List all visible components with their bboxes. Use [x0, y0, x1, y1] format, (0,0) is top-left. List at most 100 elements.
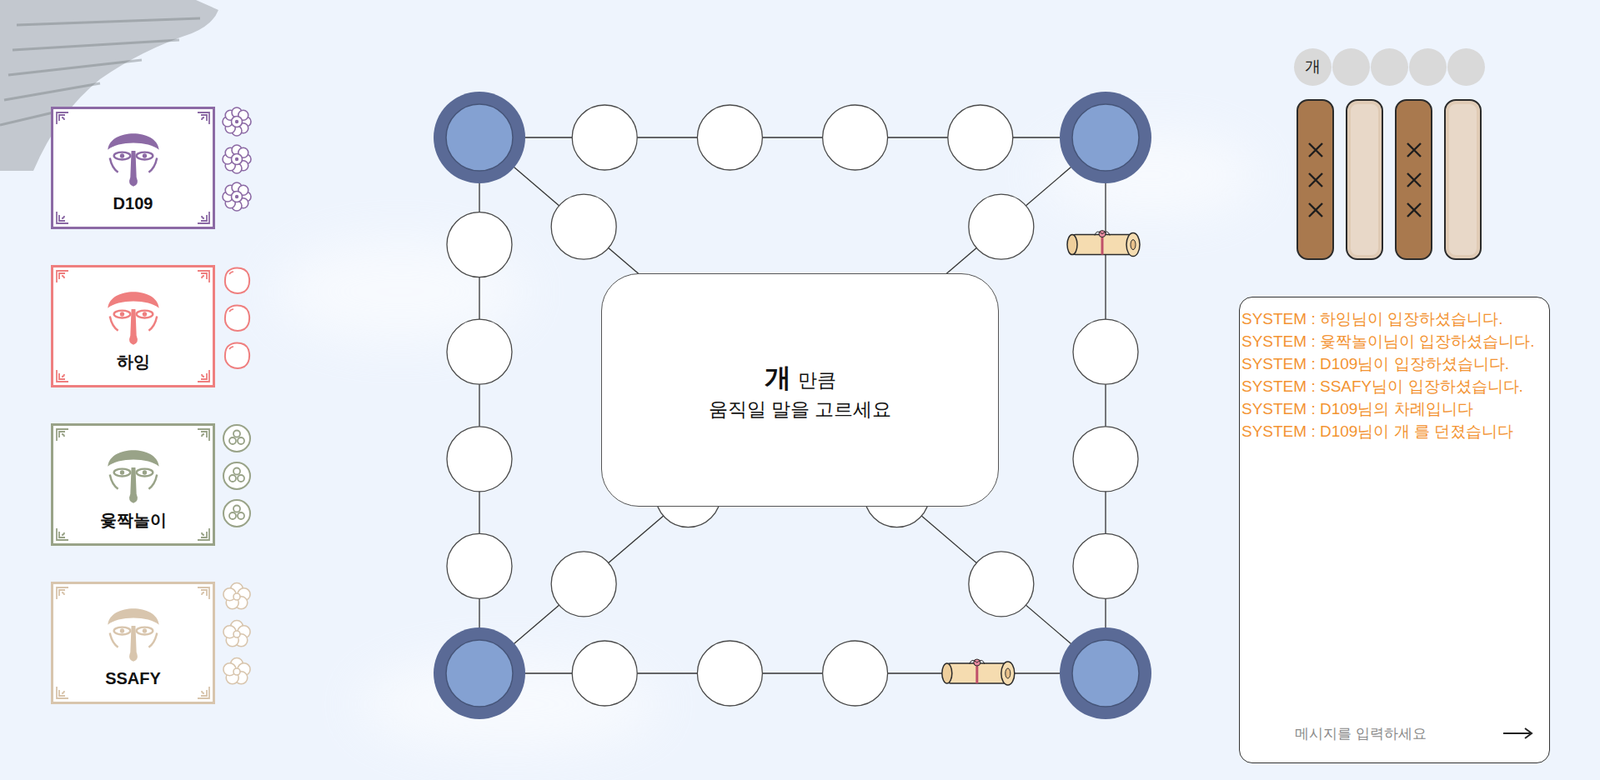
board-node[interactable]	[446, 533, 512, 599]
board-node[interactable]	[551, 551, 617, 617]
yut-stick[interactable]	[1296, 99, 1335, 261]
corner-node[interactable]	[433, 627, 526, 720]
node-circle[interactable]	[433, 91, 526, 184]
node-circle[interactable]	[1059, 91, 1152, 184]
player-row: D109	[50, 106, 417, 230]
game-screen: D109 하잉윷짝놀이 SSAFY 개만큼움직일 말을 고르세요 개 SYSTEM …	[0, 0, 1600, 780]
piece-icon[interactable]	[220, 180, 253, 213]
result-slot	[1447, 48, 1485, 86]
yut-stick[interactable]	[1394, 99, 1433, 261]
board-node[interactable]	[446, 426, 512, 492]
board-node[interactable]	[947, 105, 1014, 171]
prompt-panel: 개만큼움직일 말을 고르세요	[601, 273, 999, 507]
corner-ornament-icon	[195, 210, 211, 226]
player-name: 하잉	[116, 351, 151, 372]
chat-panel: SYSTEM : 하잉님이 입장하셨습니다.SYSTEM : 윷짝놀이님이 입장…	[1238, 296, 1550, 764]
board-node[interactable]	[1073, 319, 1139, 385]
node-circle[interactable]	[571, 105, 637, 171]
piece-icon[interactable]	[220, 105, 253, 138]
yut-stick[interactable]	[1345, 99, 1384, 261]
x-mark-icon	[1404, 170, 1424, 190]
board-node[interactable]	[697, 641, 763, 707]
board-path	[479, 137, 1106, 674]
board-node[interactable]	[1073, 533, 1139, 599]
player-card: 윷짝놀이	[50, 423, 216, 547]
node-circle[interactable]	[697, 641, 763, 707]
piece-icon[interactable]	[220, 264, 253, 296]
corner-ornament-icon	[195, 586, 211, 602]
board-node[interactable]	[571, 105, 637, 171]
node-circle[interactable]	[446, 533, 512, 599]
piece-icon[interactable]	[220, 618, 253, 651]
node-circle[interactable]	[433, 627, 526, 720]
piece-icon[interactable]	[220, 497, 253, 530]
board-node[interactable]	[822, 105, 888, 171]
corner-node[interactable]	[1059, 627, 1152, 720]
board-node[interactable]	[1067, 230, 1140, 257]
corner-node[interactable]	[1059, 91, 1152, 184]
scroll-icon[interactable]	[942, 659, 1015, 686]
chat-input[interactable]	[1294, 720, 1496, 749]
corner-ornament-icon	[195, 685, 211, 701]
node-circle[interactable]	[822, 105, 888, 171]
board-node[interactable]	[446, 319, 512, 385]
player-row: SSAFY	[50, 581, 417, 705]
yut-sticks	[1238, 99, 1550, 261]
result-label: 개	[1304, 55, 1321, 80]
chat-input-row	[1239, 720, 1550, 764]
node-circle[interactable]	[1073, 533, 1139, 599]
player-row: 윷짝놀이	[50, 423, 417, 547]
chat-message: SYSTEM : 윷짝놀이님이 입장하셨습니다.	[1241, 330, 1545, 353]
node-circle[interactable]	[446, 426, 512, 492]
node-circle[interactable]	[1073, 319, 1139, 385]
node-circle[interactable]	[551, 194, 617, 260]
corner-ornament-icon	[55, 110, 71, 126]
yut-stick[interactable]	[1444, 99, 1482, 261]
node-circle[interactable]	[968, 194, 1034, 260]
node-circle[interactable]	[947, 105, 1014, 171]
mask-icon	[102, 282, 165, 351]
node-circle[interactable]	[446, 319, 512, 385]
chat-log: SYSTEM : 하잉님이 입장하셨습니다.SYSTEM : 윷짝놀이님이 입장…	[1239, 297, 1550, 721]
mask-icon	[102, 599, 165, 668]
throw-results: 개	[1238, 48, 1550, 86]
piece-icon[interactable]	[220, 339, 253, 372]
piece-icon[interactable]	[220, 301, 253, 334]
node-circle[interactable]	[446, 212, 512, 278]
board-node[interactable]	[1073, 426, 1139, 492]
piece-icon[interactable]	[220, 656, 253, 688]
piece-icon[interactable]	[220, 581, 253, 613]
board-node[interactable]	[822, 641, 888, 707]
board-node[interactable]	[942, 659, 1015, 686]
result-slot: 개	[1294, 48, 1332, 86]
corner-ornament-icon	[195, 427, 211, 443]
board-node[interactable]	[697, 105, 763, 171]
chat-message: SYSTEM : D109님의 차례입니다	[1241, 397, 1545, 421]
node-circle[interactable]	[822, 641, 888, 707]
board-path	[479, 137, 1106, 674]
node-circle[interactable]	[1073, 426, 1139, 492]
result-slot	[1409, 48, 1447, 86]
corner-ornament-icon	[55, 526, 71, 542]
player-card: SSAFY	[50, 581, 216, 705]
send-arrow-icon[interactable]	[1502, 727, 1535, 741]
node-circle[interactable]	[571, 641, 637, 707]
piece-icon[interactable]	[220, 422, 253, 455]
board-node[interactable]	[551, 194, 617, 260]
prompt-instruction: 움직일 말을 고르세요	[708, 397, 893, 423]
board-node[interactable]	[968, 194, 1034, 260]
board-node[interactable]	[446, 212, 512, 278]
node-circle[interactable]	[697, 105, 763, 171]
node-circle[interactable]	[1059, 627, 1152, 720]
player-name: SSAFY	[105, 668, 161, 689]
corner-node[interactable]	[433, 91, 526, 184]
node-circle[interactable]	[551, 551, 617, 617]
scroll-icon[interactable]	[1067, 230, 1140, 257]
board-node[interactable]	[968, 551, 1034, 617]
piece-icon[interactable]	[220, 460, 253, 492]
x-mark-icon	[1306, 140, 1325, 160]
piece-icon[interactable]	[220, 143, 253, 176]
node-circle[interactable]	[968, 551, 1034, 617]
piece-list	[220, 422, 253, 530]
board-node[interactable]	[571, 641, 637, 707]
